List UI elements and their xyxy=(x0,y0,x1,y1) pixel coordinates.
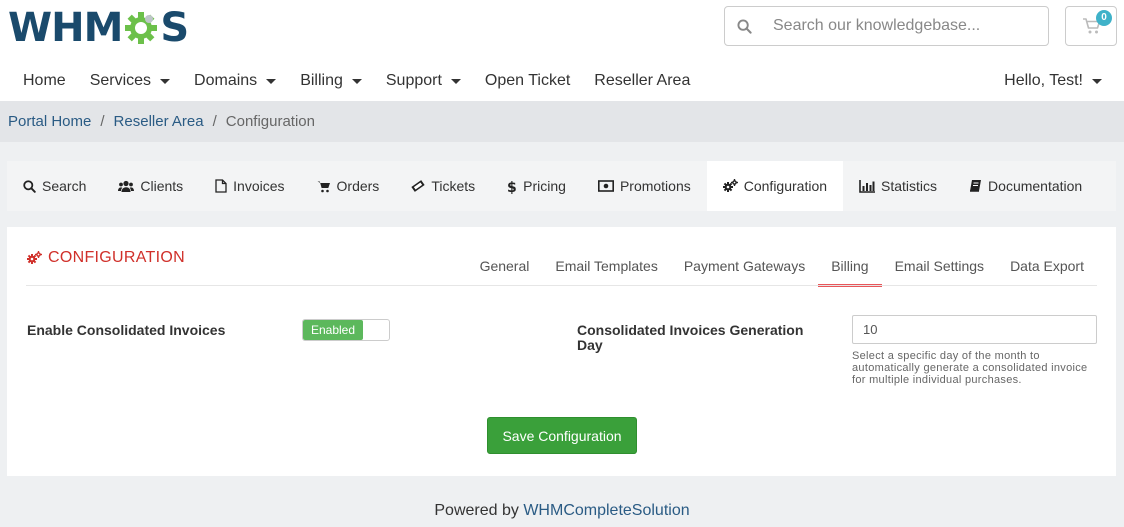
main-nav: Home Services Domains Billing Support Open Ti… xyxy=(11,64,702,98)
breadcrumb-portal-home[interactable]: Portal Home xyxy=(8,113,91,130)
tab-label: Search xyxy=(42,178,87,194)
search-icon xyxy=(725,18,763,34)
nav-item-home[interactable]: Home xyxy=(11,72,78,90)
chevron-down-icon xyxy=(450,78,461,84)
site-header: WHM S Search our knowledgebase... 0 Home… xyxy=(0,0,1124,101)
footer-powered-by: Powered by xyxy=(434,502,519,519)
cart-button[interactable]: 0 xyxy=(1065,6,1117,46)
nav-item-label: Services xyxy=(89,72,152,89)
user-menu[interactable]: Hello, Test! xyxy=(1004,64,1102,98)
users-icon xyxy=(118,180,135,193)
consolidated-invoices-label: Enable Consolidated Invoices xyxy=(27,322,226,338)
tab-search[interactable]: Search xyxy=(7,161,102,211)
tab-label: Statistics xyxy=(881,178,938,194)
nav-item-domains[interactable]: Domains xyxy=(182,72,288,90)
money-icon xyxy=(597,180,614,192)
tab-orders[interactable]: Orders xyxy=(301,161,396,211)
dollar-icon: $ xyxy=(507,179,517,194)
nav-item-services[interactable]: Services xyxy=(78,72,182,90)
panel-title-text: CONFIGURATION xyxy=(48,249,185,266)
nav-item-support[interactable]: Support xyxy=(374,72,473,90)
tab-label: Clients xyxy=(140,178,184,194)
nav-item-billing[interactable]: Billing xyxy=(288,72,374,90)
book-icon xyxy=(969,179,982,193)
subtab-email-settings[interactable]: Email Settings xyxy=(882,245,997,286)
save-configuration-button[interactable]: Save Configuration xyxy=(487,417,637,454)
reseller-module-tabs: Search Clients Invoices Orders Tickets $ Prici… xyxy=(7,161,1116,211)
breadcrumb-current: Configuration xyxy=(225,113,315,130)
divider xyxy=(26,285,1097,286)
configuration-subtabs: General Email Templates Payment Gateways Bi… xyxy=(467,245,1097,287)
cogs-icon xyxy=(27,251,42,265)
chevron-down-icon xyxy=(160,78,171,84)
tab-clients[interactable]: Clients xyxy=(102,161,199,211)
ticket-icon xyxy=(411,179,425,193)
tab-label: Pricing xyxy=(523,178,566,194)
nav-item-label: Support xyxy=(385,72,442,89)
tab-promotions[interactable]: Promotions xyxy=(582,161,707,211)
svg-text:$: $ xyxy=(507,180,517,194)
generation-day-input[interactable] xyxy=(852,315,1097,344)
file-icon xyxy=(215,179,227,193)
chevron-down-icon xyxy=(351,78,362,84)
tab-tickets[interactable]: Tickets xyxy=(395,161,491,211)
breadcrumb-reseller-area[interactable]: Reseller Area xyxy=(114,113,204,130)
chevron-down-icon xyxy=(266,78,277,84)
tab-label: Tickets xyxy=(431,178,476,194)
nav-item-label: Reseller Area xyxy=(594,72,691,89)
tab-invoices[interactable]: Invoices xyxy=(199,161,300,211)
cogs-icon xyxy=(722,179,738,193)
tab-label: Orders xyxy=(336,178,380,194)
tab-statistics[interactable]: Statistics xyxy=(843,161,953,211)
chevron-down-icon xyxy=(1092,78,1102,84)
cart-count-badge: 0 xyxy=(1096,10,1112,26)
footer-whmcs-link[interactable]: WHMCompleteSolution xyxy=(523,502,689,519)
logo-text-suffix: S xyxy=(160,5,189,51)
configuration-panel: CONFIGURATION General Email Templates Paym… xyxy=(7,227,1116,476)
subtab-general[interactable]: General xyxy=(467,245,543,286)
cart-icon xyxy=(317,180,331,193)
subtab-billing[interactable]: Billing xyxy=(818,245,882,287)
nav-item-reseller-area[interactable]: Reseller Area xyxy=(582,72,702,90)
subtab-data-export[interactable]: Data Export xyxy=(997,245,1097,286)
knowledgebase-search[interactable] xyxy=(724,6,1049,46)
tab-pricing[interactable]: $ Pricing xyxy=(491,161,582,211)
nav-item-label: Billing xyxy=(300,72,343,89)
search-icon xyxy=(23,179,36,193)
consolidated-invoices-toggle[interactable]: Enabled xyxy=(302,319,390,341)
logo-gear-icon xyxy=(123,10,159,46)
panel-title: CONFIGURATION xyxy=(27,249,185,267)
logo-text-prefix: WHM xyxy=(8,5,123,51)
nav-item-open-ticket[interactable]: Open Ticket xyxy=(473,72,582,90)
nav-item-label: Open Ticket xyxy=(484,72,571,89)
generation-day-label: Consolidated Invoices Generation Day xyxy=(577,322,804,353)
footer: Powered by WHMCompleteSolution xyxy=(0,502,1124,520)
tab-label: Invoices xyxy=(233,178,285,194)
tab-label: Configuration xyxy=(743,178,828,194)
subtab-payment-gateways[interactable]: Payment Gateways xyxy=(671,245,818,286)
user-greeting: Hello, Test! xyxy=(1004,72,1083,89)
breadcrumb-separator: / xyxy=(100,113,105,130)
toggle-enabled-state: Enabled xyxy=(303,320,363,340)
tab-documentation[interactable]: Documentation xyxy=(953,161,1098,211)
whmcs-logo[interactable]: WHM S xyxy=(8,5,189,51)
generation-day-help: Select a specific day of the month to au… xyxy=(852,350,1088,386)
tab-configuration[interactable]: Configuration xyxy=(706,161,844,211)
nav-item-label: Domains xyxy=(194,72,258,89)
search-input[interactable] xyxy=(773,17,1043,35)
subtab-email-templates[interactable]: Email Templates xyxy=(542,245,670,286)
breadcrumb: Portal Home / Reseller Area / Configurat… xyxy=(0,101,1124,142)
bar-chart-icon xyxy=(859,179,876,193)
breadcrumb-separator: / xyxy=(212,113,217,130)
tab-label: Promotions xyxy=(619,178,691,194)
nav-item-label: Home xyxy=(23,72,66,89)
tab-label: Documentation xyxy=(988,178,1083,194)
